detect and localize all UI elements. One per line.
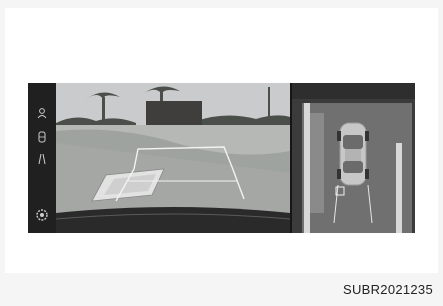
camera-side-menu [28, 83, 56, 233]
camera-display [28, 83, 415, 233]
figure-code-caption: SUBR2021235 [342, 282, 433, 297]
settings-gear-icon[interactable] [34, 207, 50, 223]
guide-line-icon[interactable] [34, 151, 50, 167]
surround-top-view [292, 83, 415, 233]
camera-view-icon[interactable] [34, 105, 50, 121]
parking-view-icon[interactable] [34, 129, 50, 145]
rear-camera-view [56, 83, 290, 233]
